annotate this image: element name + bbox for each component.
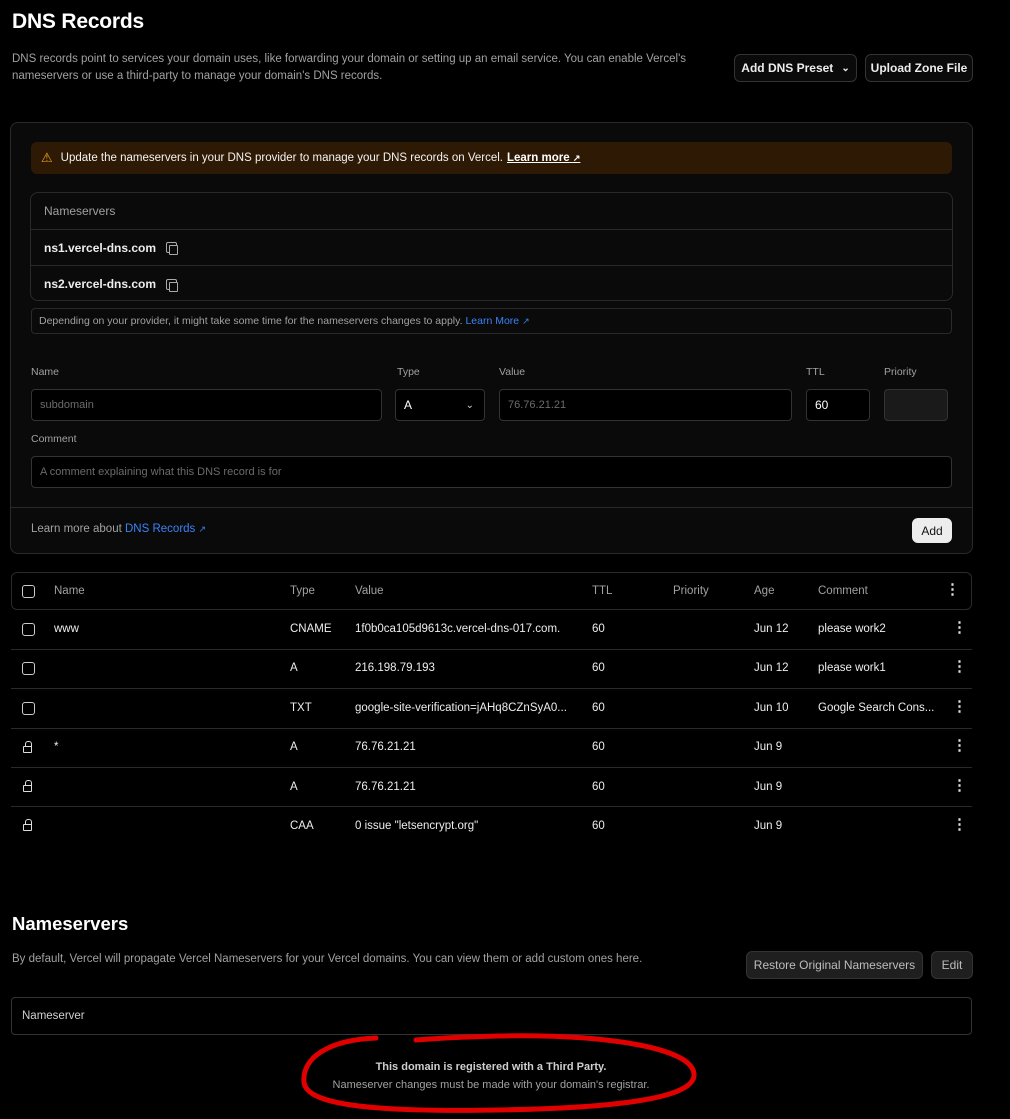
- row-divider: [11, 806, 972, 807]
- type-label: Type: [397, 366, 420, 378]
- row-checkbox[interactable]: [22, 662, 35, 675]
- red-annotation-circle: [301, 1033, 697, 1113]
- col-name[interactable]: Name: [54, 585, 85, 597]
- nameservers-title: Nameservers: [12, 913, 129, 934]
- col-age[interactable]: Age: [754, 585, 774, 597]
- row-menu-icon[interactable]: ⋮: [952, 738, 967, 753]
- row-menu-icon[interactable]: ⋮: [952, 817, 967, 832]
- add-record-button[interactable]: Add: [912, 518, 952, 543]
- row-menu-icon[interactable]: ⋮: [952, 699, 967, 714]
- warning-text: Update the nameservers in your DNS provi…: [60, 152, 503, 164]
- divider: [11, 507, 972, 508]
- value-input[interactable]: 76.76.21.21: [499, 389, 792, 421]
- dns-record-panel: [10, 122, 973, 554]
- select-all-checkbox[interactable]: [22, 585, 35, 598]
- nameservers-description: By default, Vercel will propagate Vercel…: [12, 953, 643, 965]
- page-title: DNS Records: [12, 10, 145, 33]
- nameservers-box: Nameservers ns1.vercel-dns.com ns2.verce…: [30, 192, 953, 301]
- col-comment[interactable]: Comment: [818, 585, 868, 597]
- chevron-down-icon: ⌄: [841, 62, 850, 74]
- add-dns-preset-label: Add DNS Preset: [741, 61, 834, 75]
- priority-input[interactable]: [884, 389, 948, 421]
- copy-icon[interactable]: [166, 278, 179, 292]
- external-link-icon: ↗: [572, 153, 581, 163]
- upload-zone-file-button[interactable]: Upload Zone File: [865, 54, 973, 82]
- value-label: Value: [499, 366, 526, 378]
- nameserver-item: ns1.vercel-dns.com: [31, 230, 952, 266]
- lock-icon: [23, 780, 32, 792]
- ttl-input[interactable]: 60: [806, 389, 870, 421]
- warning-learn-more-link[interactable]: Learn more ↗: [507, 152, 580, 164]
- col-type[interactable]: Type: [290, 585, 315, 597]
- dns-records-link[interactable]: DNS Records ↗: [125, 523, 206, 535]
- restore-nameservers-button[interactable]: Restore Original Nameservers: [746, 951, 923, 979]
- lock-icon: [23, 741, 32, 753]
- row-divider: [11, 728, 972, 729]
- col-ttl[interactable]: TTL: [592, 585, 612, 597]
- type-select[interactable]: A ⌄: [395, 389, 485, 421]
- col-value[interactable]: Value: [355, 585, 384, 597]
- nameserver-warning-banner: ⚠ Update the nameservers in your DNS pro…: [31, 142, 952, 174]
- add-dns-preset-button[interactable]: Add DNS Preset ⌄: [734, 54, 857, 82]
- row-divider: [11, 688, 972, 689]
- row-menu-icon[interactable]: ⋮: [952, 778, 967, 793]
- external-link-icon: ↗: [198, 524, 207, 534]
- nameservers-header: Nameservers: [31, 193, 952, 230]
- chevron-down-icon: ⌄: [465, 399, 474, 411]
- propagation-note: Depending on your provider, it might tak…: [31, 308, 952, 334]
- row-divider: [11, 767, 972, 768]
- name-input[interactable]: subdomain: [31, 389, 382, 421]
- row-checkbox[interactable]: [22, 702, 35, 715]
- row-menu-icon[interactable]: ⋮: [952, 659, 967, 674]
- warning-icon: ⚠: [41, 150, 53, 165]
- edit-nameservers-button[interactable]: Edit: [931, 951, 973, 979]
- page-description: DNS records point to services your domai…: [12, 53, 687, 82]
- row-menu-icon[interactable]: ⋮: [952, 620, 967, 635]
- external-link-icon: ↗: [522, 316, 530, 326]
- copy-icon[interactable]: [166, 242, 179, 255]
- nameserver-item: ns2.vercel-dns.com: [31, 266, 952, 302]
- lock-icon: [23, 819, 32, 831]
- row-divider: [11, 649, 972, 650]
- note-learn-more-link[interactable]: Learn More ↗: [465, 315, 529, 327]
- priority-label: Priority: [884, 366, 917, 378]
- comment-label: Comment: [31, 433, 77, 445]
- ttl-label: TTL: [806, 366, 825, 378]
- col-priority[interactable]: Priority: [673, 585, 709, 597]
- more-vertical-icon[interactable]: ⋮: [945, 582, 960, 597]
- name-label: Name: [31, 366, 60, 378]
- row-checkbox[interactable]: [22, 623, 35, 636]
- comment-input[interactable]: A comment explaining what this DNS recor…: [31, 456, 952, 488]
- learn-more-dns: Learn more about DNS Records ↗: [31, 523, 207, 535]
